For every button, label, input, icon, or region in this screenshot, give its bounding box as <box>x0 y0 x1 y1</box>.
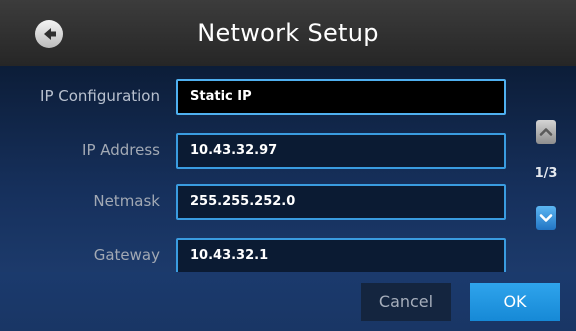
page-up-button[interactable] <box>536 120 556 144</box>
chevron-down-icon <box>539 214 553 222</box>
ip-address-label: IP Address <box>82 141 160 159</box>
page-indicator: 1/3 <box>534 166 558 181</box>
cancel-button[interactable]: Cancel <box>361 283 451 321</box>
ip-configuration-label: IP Configuration <box>40 87 160 105</box>
netmask-field[interactable]: 255.255.252.0 <box>176 184 506 220</box>
footer-bar: Cancel OK <box>0 272 576 331</box>
page-title: Network Setup <box>197 19 379 47</box>
ip-configuration-field[interactable]: Static IP <box>176 79 506 115</box>
ip-address-field[interactable]: 10.43.32.97 <box>176 133 506 169</box>
chevron-up-icon <box>539 128 553 136</box>
gateway-label: Gateway <box>93 246 160 264</box>
gateway-field[interactable]: 10.43.32.1 <box>176 238 506 272</box>
netmask-label: Netmask <box>93 192 160 210</box>
back-button[interactable] <box>35 20 63 48</box>
settings-panel: IP Configuration Static IP IP Address 10… <box>0 66 576 272</box>
back-arrow-icon <box>44 28 56 40</box>
page-down-button[interactable] <box>536 206 556 230</box>
network-setup-screen: Network Setup IP Configuration Static IP… <box>0 0 576 331</box>
ok-button[interactable]: OK <box>470 283 560 321</box>
header-bar: Network Setup <box>0 0 576 66</box>
